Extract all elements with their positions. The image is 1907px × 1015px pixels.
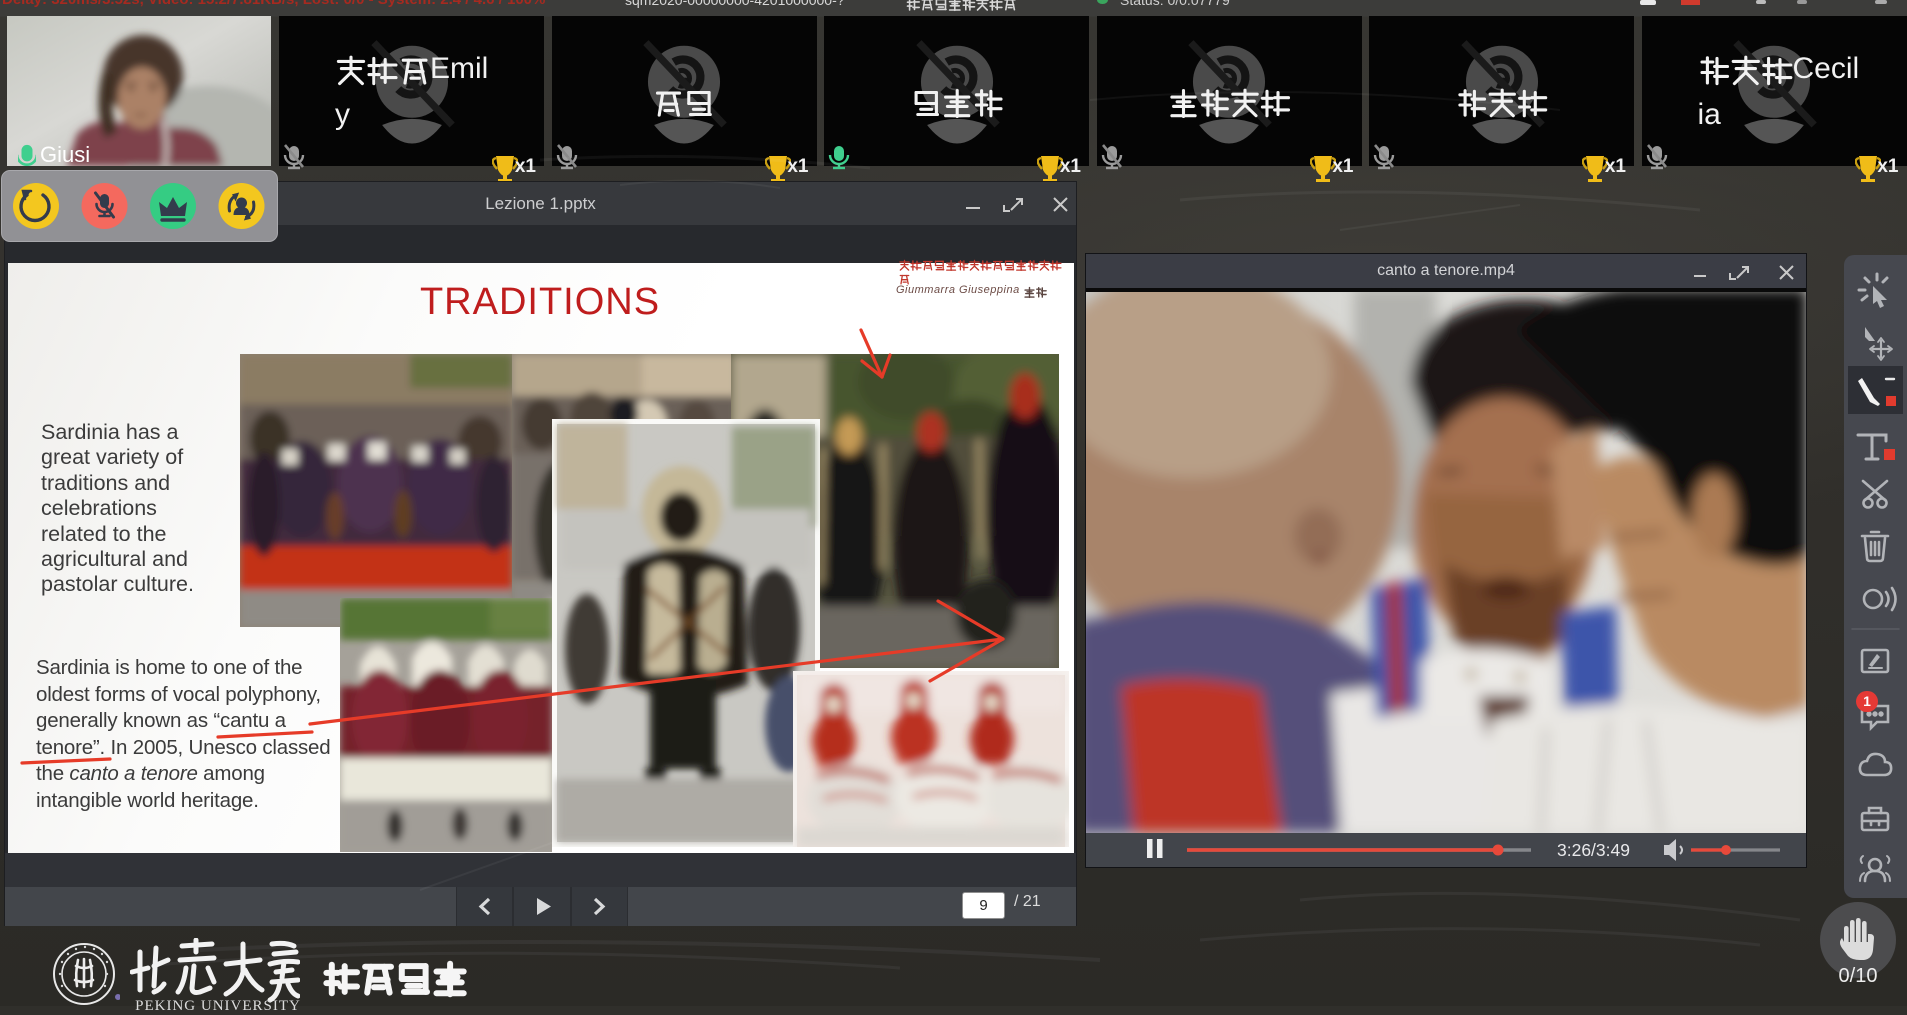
svg-text:3:26/3:49: 3:26/3:49 <box>1557 840 1630 860</box>
